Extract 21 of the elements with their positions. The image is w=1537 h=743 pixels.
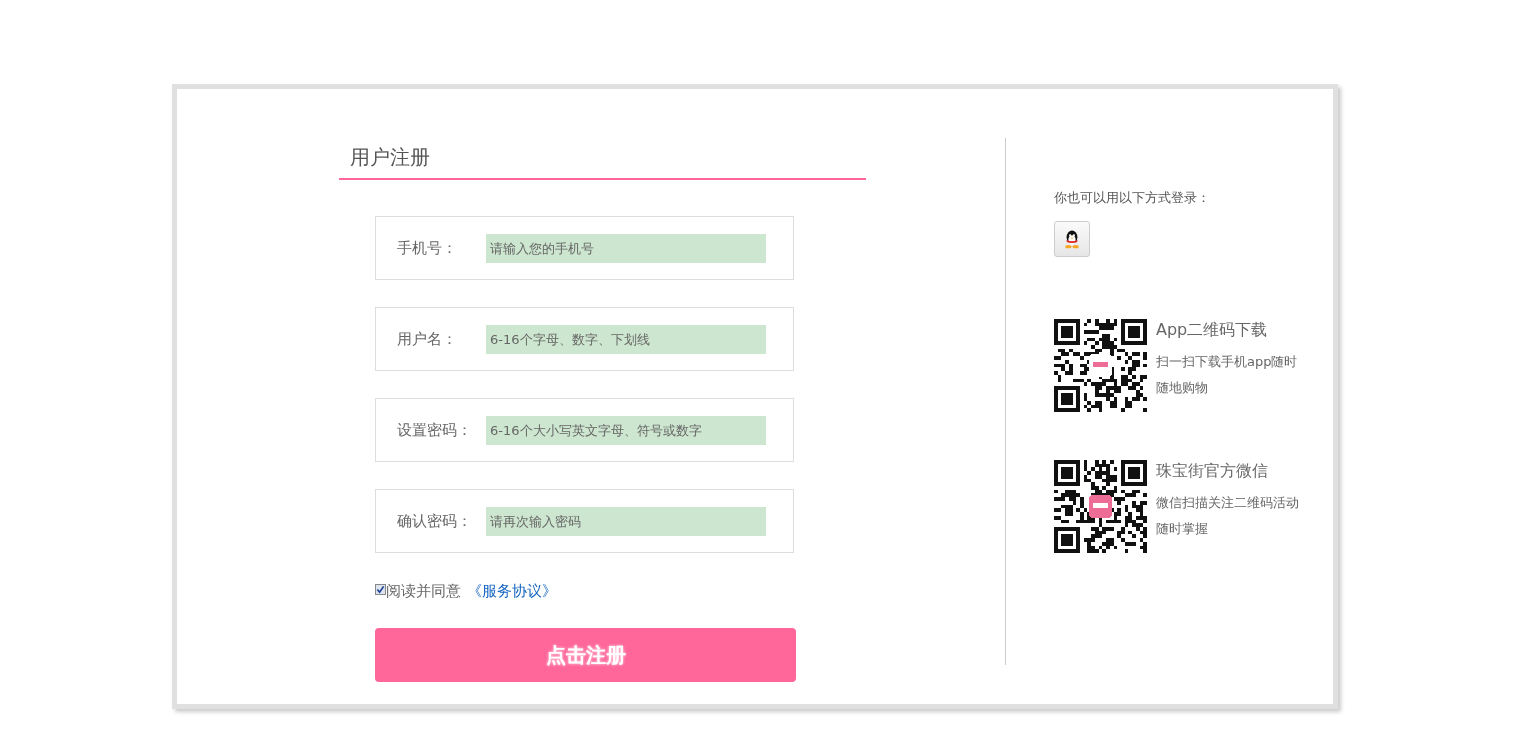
agree-checkbox[interactable] (375, 584, 386, 595)
input-field[interactable]: 6-16个大小写英文字母、符号或数字 (486, 415, 766, 445)
qr-description: 微信扫描关注二维码活动随时掌握 (1156, 494, 1300, 538)
agreement-text: 阅读并同意 (386, 582, 461, 601)
field-label: 设置密码： (397, 420, 473, 440)
qr-description: 扫一扫下载手机app随时随地购物 (1156, 353, 1299, 397)
service-agreement-link[interactable]: 《服务协议》 (467, 582, 557, 601)
field-label: 确认密码： (397, 511, 473, 531)
qr-title: App二维码下载 (1156, 320, 1269, 341)
penguin-login-button[interactable] (1054, 221, 1090, 257)
field-label: 用户名： (397, 329, 458, 349)
qr-code-icon (1054, 460, 1147, 553)
input-field[interactable]: 6-16个字母、数字、下划线 (486, 324, 766, 354)
input-field[interactable]: 请输入您的手机号 (486, 233, 766, 263)
login-hint: 你也可以用以下方式登录： (1054, 189, 1211, 207)
penguin-icon (1063, 229, 1081, 249)
field-label: 手机号： (397, 238, 458, 258)
qr-title: 珠宝街官方微信 (1156, 461, 1269, 482)
input-field[interactable]: 请再次输入密码 (486, 506, 766, 536)
qr-code-icon (1054, 319, 1147, 412)
page-title: 用户注册 (339, 144, 866, 180)
